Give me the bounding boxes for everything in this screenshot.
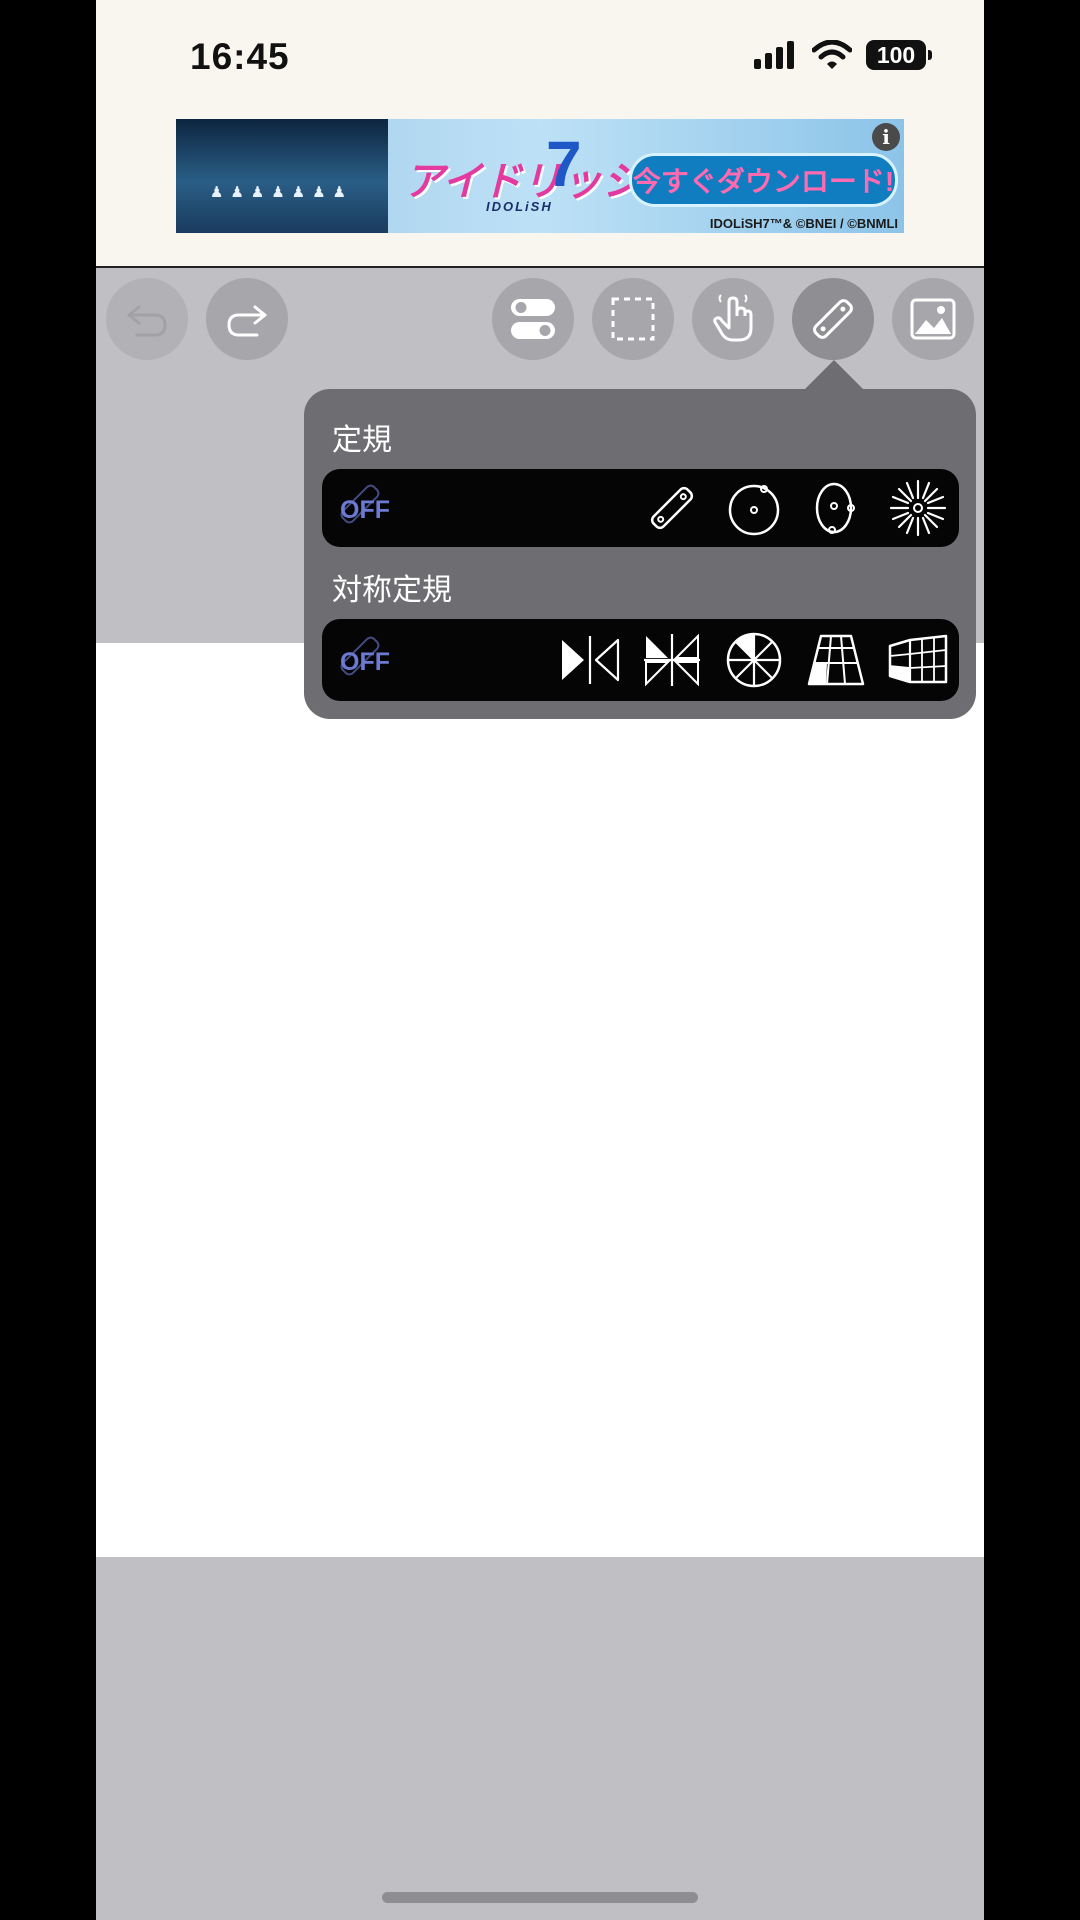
selection-button[interactable] — [592, 278, 674, 360]
ad-copyright: IDOLiSH7™& ©BNEI / ©BNMLI — [709, 216, 898, 231]
ellipse-ruler-button[interactable] — [804, 476, 868, 540]
ad-download-button[interactable]: 今すぐダウンロード! — [629, 153, 898, 207]
popover-arrow — [804, 360, 864, 390]
ad-banner[interactable]: ♟♟♟♟♟♟♟ アイドリッシュセブン 7 IDOLiSH 今すぐダウンロード! … — [176, 119, 904, 233]
redo-icon — [227, 305, 267, 337]
battery-icon: 100 — [866, 40, 932, 70]
undo-icon — [127, 305, 167, 337]
ruler-button[interactable] — [792, 278, 874, 360]
ellipse-ruler-icon — [815, 482, 855, 534]
status-time: 16:45 — [190, 36, 290, 77]
ad-banner-area: ♟♟♟♟♟♟♟ アイドリッシュセブン 7 IDOLiSH 今すぐダウンロード! … — [96, 110, 984, 268]
rotational-symmetry-icon — [726, 632, 782, 688]
hand-touch-icon — [713, 294, 753, 342]
radial-ruler-button[interactable] — [886, 476, 950, 540]
ad-info-icon[interactable]: i — [872, 123, 900, 151]
drawing-canvas[interactable] — [96, 643, 984, 1557]
symmetry-section-label: 対称定規 — [332, 574, 452, 607]
status-bar: 16:45 100 — [96, 0, 984, 110]
wifi-icon — [812, 40, 852, 69]
marquee-select-icon — [611, 297, 655, 341]
mirror-symmetry-button[interactable] — [558, 628, 622, 692]
ruler-icon — [813, 299, 853, 339]
ruler-popover: 定規 OFF 対称定規 OFF — [304, 389, 976, 719]
ruler-off-label: OFF — [340, 496, 390, 524]
touch-button[interactable] — [692, 278, 774, 360]
cellular-signal-icon — [754, 41, 794, 69]
ad-logo-sub: IDOLiSH — [486, 199, 553, 214]
ad-logo-number: 7 — [546, 128, 582, 200]
undo-button[interactable] — [106, 278, 188, 360]
ruler-off-button[interactable]: OFF — [330, 476, 398, 540]
home-indicator[interactable] — [382, 1892, 698, 1903]
toggle-icon — [511, 299, 555, 339]
one-point-perspective-icon — [807, 634, 865, 686]
image-icon — [910, 298, 956, 340]
two-point-perspective-icon — [888, 634, 948, 684]
straight-ruler-icon — [650, 486, 694, 530]
ruler-options-strip: OFF — [322, 469, 959, 547]
symmetry-off-button[interactable]: OFF — [330, 626, 398, 690]
mirror-symmetry-icon — [562, 636, 620, 684]
straight-ruler-button[interactable] — [640, 476, 704, 540]
quad-symmetry-icon — [644, 633, 700, 687]
ruler-section-label: 定規 — [332, 424, 392, 457]
symmetry-off-label: OFF — [340, 648, 390, 676]
image-button[interactable] — [892, 278, 974, 360]
circle-ruler-icon — [728, 484, 780, 536]
two-point-perspective-button[interactable] — [886, 628, 950, 692]
rotational-symmetry-button[interactable] — [722, 628, 786, 692]
circle-ruler-button[interactable] — [722, 476, 786, 540]
status-icons: 100 — [754, 40, 932, 70]
redo-button[interactable] — [206, 278, 288, 360]
radial-ruler-icon — [889, 479, 947, 537]
symmetry-options-strip: OFF — [322, 619, 959, 701]
one-point-perspective-button[interactable] — [804, 628, 868, 692]
app-screen: 16:45 100 ♟♟♟♟♟♟♟ アイドリッシュセブン 7 IDOLiSH 今… — [96, 0, 984, 1920]
settings-toggle-button[interactable] — [492, 278, 574, 360]
quad-symmetry-button[interactable] — [640, 628, 704, 692]
ad-stage-image: ♟♟♟♟♟♟♟ — [176, 119, 388, 233]
